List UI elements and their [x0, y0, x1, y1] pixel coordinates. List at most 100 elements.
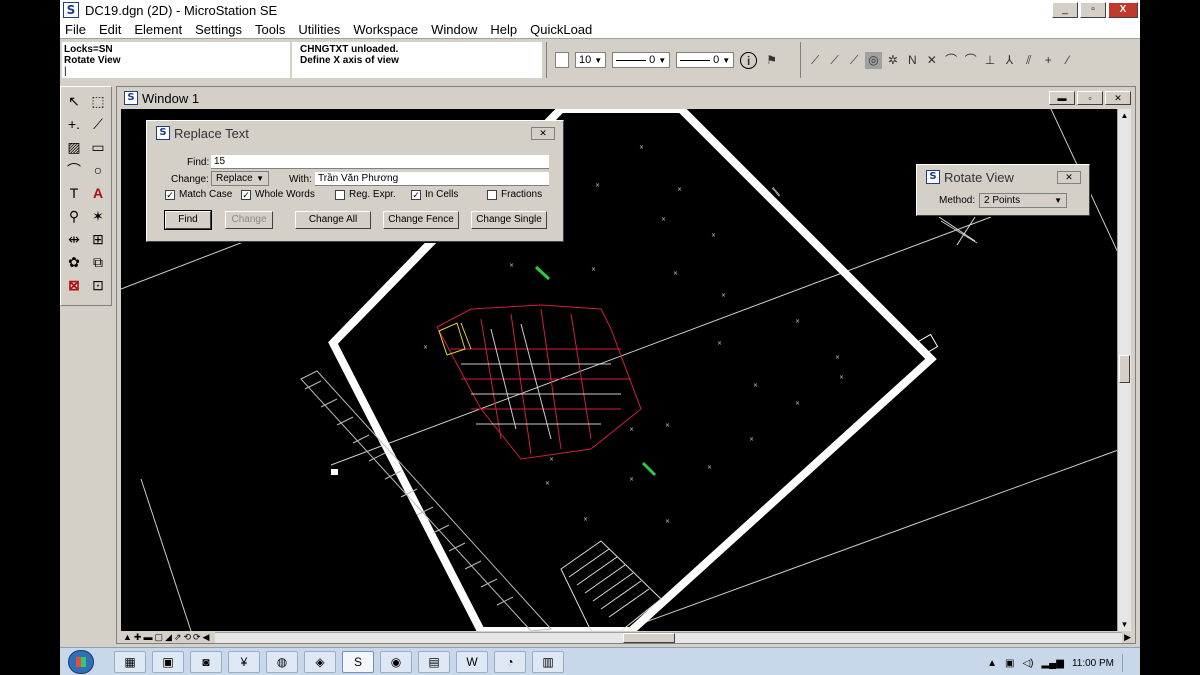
- level-combo[interactable]: 0 ▼: [676, 52, 735, 68]
- taskbar-app-2-icon[interactable]: ▣: [152, 651, 184, 673]
- whole-words-check-box[interactable]: ✓: [241, 189, 251, 200]
- snap-origin-icon[interactable]: ✲: [885, 52, 901, 69]
- rotate-view-icon[interactable]: ⇗: [174, 632, 182, 643]
- view-previous-icon[interactable]: ⟳: [193, 632, 201, 643]
- menu-settings[interactable]: Settings: [195, 22, 242, 37]
- taskbar-word-icon[interactable]: W: [456, 651, 488, 673]
- taskbar-app-3-icon[interactable]: ◙: [190, 651, 222, 673]
- tray-network-icon[interactable]: ▣: [1005, 658, 1014, 669]
- zoom-out-icon[interactable]: ▬: [143, 632, 152, 643]
- menu-window[interactable]: Window: [431, 22, 477, 37]
- menu-file[interactable]: File: [65, 22, 86, 37]
- in-cells-checkbox[interactable]: ✓ In Cells: [411, 189, 458, 200]
- taskbar-app-8-icon[interactable]: ▥: [532, 651, 564, 673]
- minimize-button[interactable]: _: [1052, 2, 1078, 18]
- taskbar-chrome-icon[interactable]: ◉: [380, 651, 412, 673]
- fractions-check-box[interactable]: [487, 189, 497, 200]
- palette-tool-icon[interactable]: ✿: [63, 252, 85, 273]
- snap-parallel-icon[interactable]: ⫽: [1021, 52, 1037, 69]
- fence-tool-icon[interactable]: ⬚: [87, 91, 109, 112]
- view-horizontal-scrollbar[interactable]: [215, 631, 1123, 643]
- place-text-icon[interactable]: A: [87, 183, 109, 204]
- scroll-up-icon[interactable]: ▲: [1118, 109, 1131, 122]
- color-combo[interactable]: [555, 52, 569, 68]
- tray-signal-icon[interactable]: ▂▄▆: [1041, 658, 1063, 669]
- reg-expr-checkbox[interactable]: Reg. Expr.: [335, 189, 396, 200]
- window-area-icon[interactable]: ▢: [154, 632, 163, 643]
- snap-intersection-icon[interactable]: ✕: [924, 52, 940, 69]
- change-single-button[interactable]: Change Single: [471, 211, 547, 229]
- taskbar-notepad-icon[interactable]: ▤: [418, 651, 450, 673]
- show-desktop-button[interactable]: [1122, 654, 1130, 672]
- rotate-view-close-button[interactable]: ✕: [1057, 171, 1081, 184]
- horizontal-scroll-thumb[interactable]: [623, 632, 676, 643]
- weight-combo[interactable]: 10 ▼: [575, 52, 607, 68]
- snap-bisector-icon[interactable]: N: [904, 52, 920, 69]
- clock[interactable]: 11:00 PM: [1072, 658, 1114, 669]
- menu-utilities[interactable]: Utilities: [298, 22, 340, 37]
- snap-keypoint-icon[interactable]: ⟋: [826, 52, 842, 69]
- place-arc-icon[interactable]: ⌒: [63, 160, 85, 181]
- modify-tool-icon[interactable]: ⊞: [87, 229, 109, 250]
- taskbar-app-6-icon[interactable]: ◈: [304, 651, 336, 673]
- taskbar-microstation-icon[interactable]: S: [342, 651, 374, 673]
- fractions-checkbox[interactable]: Fractions: [487, 189, 542, 200]
- change-mode-dropdown[interactable]: Replace ▼: [211, 171, 269, 186]
- find-button[interactable]: Find: [164, 210, 212, 230]
- view-maximize-button[interactable]: ▫: [1077, 91, 1103, 105]
- match-case-check-box[interactable]: ✓: [165, 189, 175, 200]
- snap-perp-point-icon[interactable]: ⅄: [1001, 52, 1017, 69]
- scroll-down-icon[interactable]: ▼: [1118, 618, 1131, 631]
- place-smartline-icon[interactable]: ⟋: [87, 114, 109, 135]
- match-case-checkbox[interactable]: ✓ Match Case: [165, 189, 232, 200]
- snap-perpendicular-icon[interactable]: ⊥: [982, 52, 998, 69]
- taskbar-app-7-icon[interactable]: ◔: [494, 651, 526, 673]
- change-all-button[interactable]: Change All: [295, 211, 371, 229]
- view-close-button[interactable]: ✕: [1105, 91, 1131, 105]
- info-icon[interactable]: i: [740, 51, 758, 69]
- update-view-icon[interactable]: ▲: [123, 632, 132, 643]
- style-combo[interactable]: 0 ▼: [612, 52, 671, 68]
- dimension-tool-icon[interactable]: ✶: [87, 206, 109, 227]
- menu-help[interactable]: Help: [490, 22, 517, 37]
- snap-center-icon[interactable]: ◎: [865, 51, 882, 69]
- pan-view-icon[interactable]: ⟲: [183, 632, 191, 643]
- place-fence-icon[interactable]: ▨: [63, 137, 85, 158]
- close-button[interactable]: X: [1108, 2, 1138, 18]
- cell-tool-icon[interactable]: ⚲: [63, 206, 85, 227]
- change-button[interactable]: Change: [225, 211, 273, 229]
- snap-through-point-icon[interactable]: +: [1040, 52, 1056, 69]
- reg-expr-check-box[interactable]: [335, 189, 345, 200]
- replace-text-close-button[interactable]: ✕: [531, 127, 555, 140]
- taskbar-app-4-icon[interactable]: ¥: [228, 651, 260, 673]
- view-control-icon[interactable]: ⊡: [87, 275, 109, 296]
- snap-point-on-icon[interactable]: ⁄: [1059, 52, 1075, 69]
- copy-tool-icon[interactable]: ⧉: [87, 252, 109, 273]
- select-arrow-icon[interactable]: ↖: [63, 91, 85, 112]
- snap-nearest-icon[interactable]: ⟋: [807, 52, 823, 69]
- taskbar-app-1-icon[interactable]: ▦: [114, 651, 146, 673]
- zoom-in-icon[interactable]: ✚: [134, 632, 142, 643]
- start-button[interactable]: [68, 650, 94, 674]
- scroll-left-icon[interactable]: ◀: [203, 632, 210, 643]
- snap-tangent-point-icon[interactable]: ⌒: [962, 52, 978, 69]
- tray-expand-icon[interactable]: ▲: [987, 658, 997, 669]
- menu-tools[interactable]: Tools: [255, 22, 285, 37]
- with-input[interactable]: Trần Văn Phương: [315, 172, 549, 186]
- place-point-icon[interactable]: +.: [63, 114, 85, 135]
- scroll-right-icon[interactable]: ▶: [1122, 632, 1133, 643]
- method-dropdown[interactable]: 2 Points ▼: [979, 193, 1067, 208]
- vertical-scroll-thumb[interactable]: [1119, 355, 1130, 383]
- snap-tangent-icon[interactable]: ⌒: [943, 52, 959, 69]
- place-circle-icon[interactable]: ○: [87, 160, 109, 181]
- measure-tool-icon[interactable]: ⇹: [63, 229, 85, 250]
- in-cells-check-box[interactable]: ✓: [411, 189, 421, 200]
- text-tool-icon[interactable]: T: [63, 183, 85, 204]
- menu-quickload[interactable]: QuickLoad: [530, 22, 592, 37]
- menu-element[interactable]: Element: [134, 22, 182, 37]
- delete-element-icon[interactable]: ⊠: [63, 275, 85, 296]
- menu-edit[interactable]: Edit: [99, 22, 121, 37]
- snap-midpoint-icon[interactable]: ⟋: [846, 52, 862, 69]
- change-fence-button[interactable]: Change Fence: [383, 211, 459, 229]
- maximize-button[interactable]: ▫: [1080, 2, 1106, 18]
